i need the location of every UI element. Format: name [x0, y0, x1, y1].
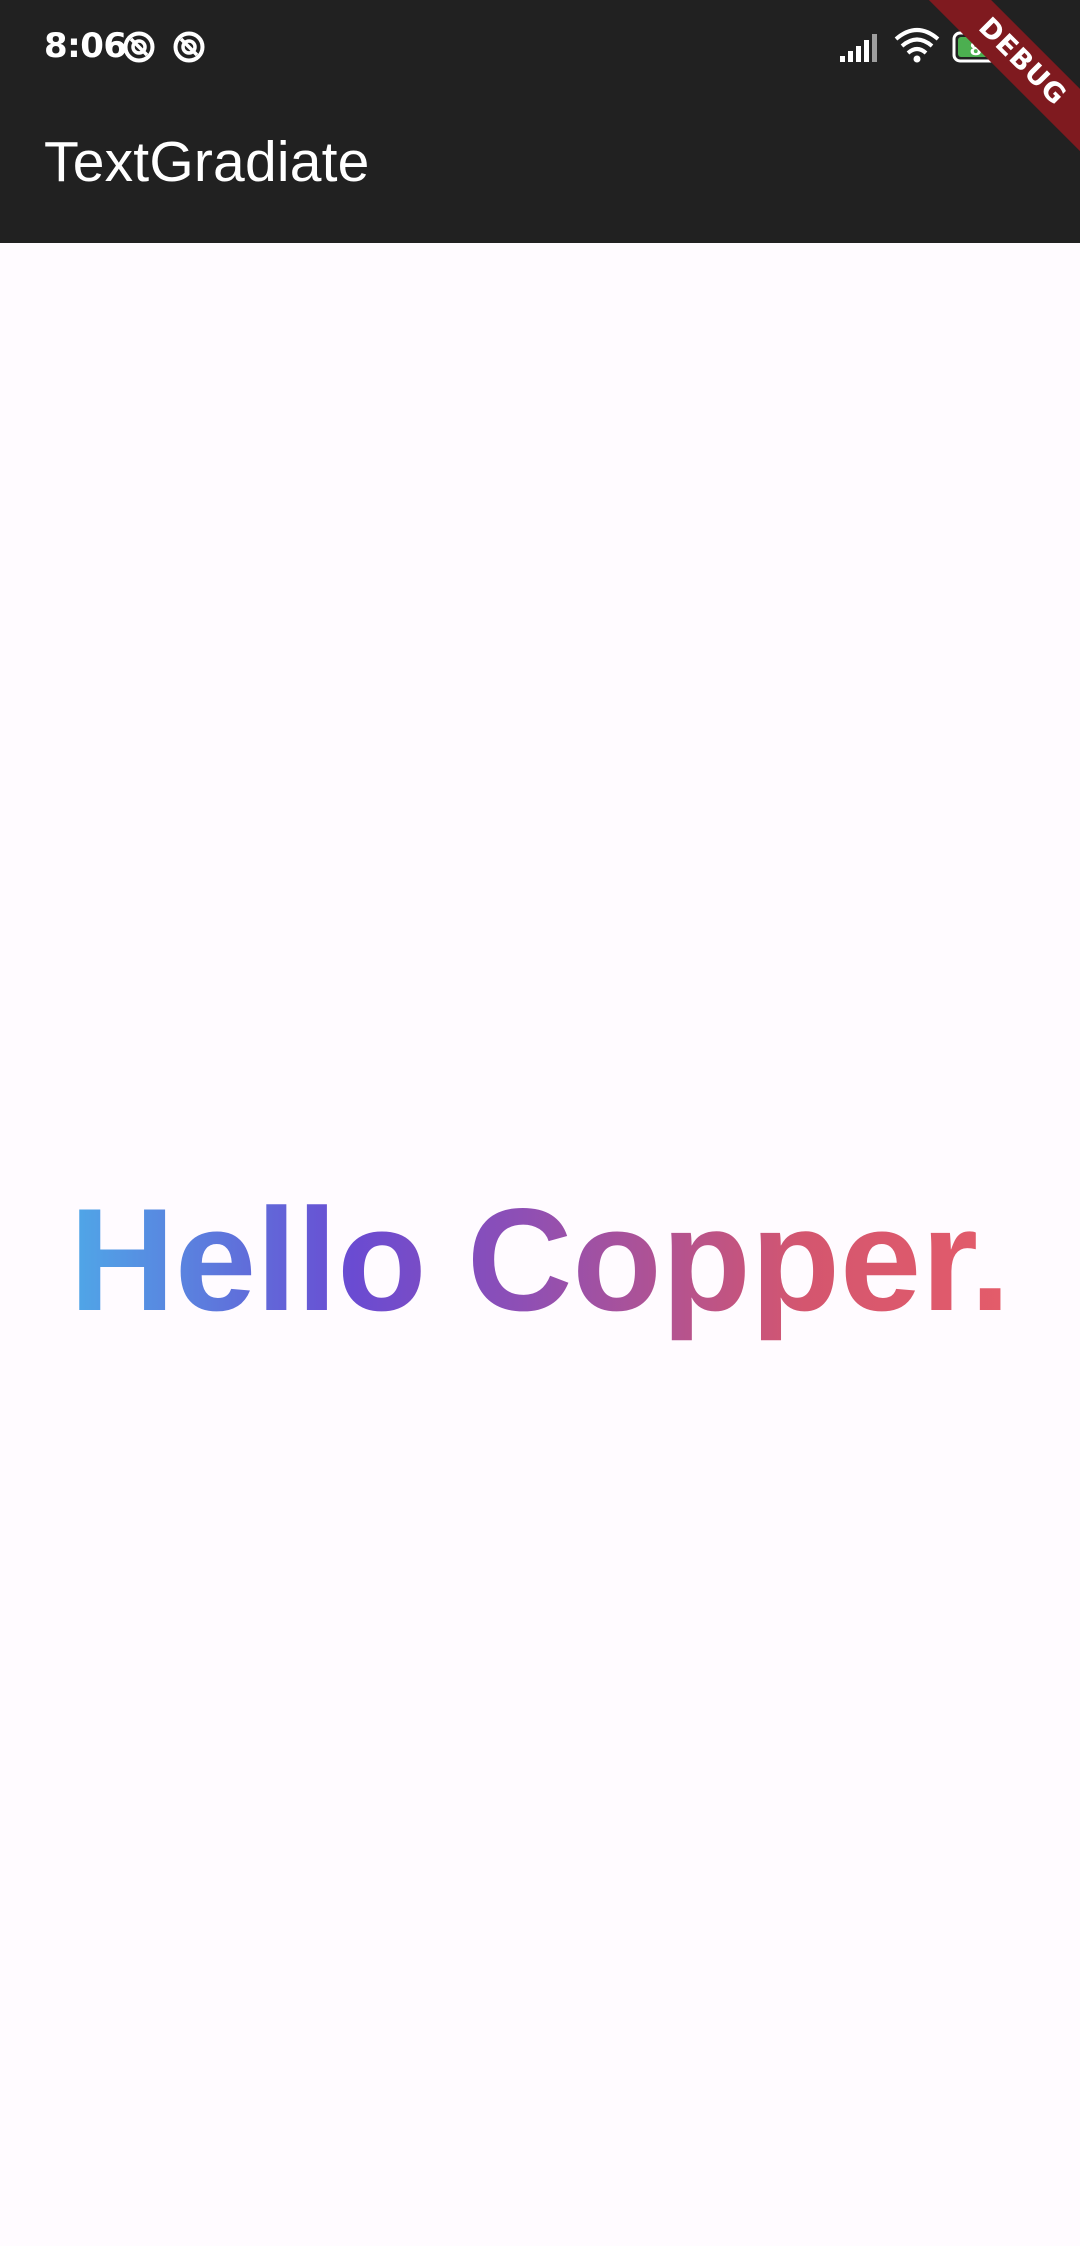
app-bar: TextGradiate — [0, 95, 1080, 243]
wifi-icon — [894, 28, 940, 63]
gradient-text-label: Hello Copper. — [69, 1178, 1011, 1341]
main-content: Hello Copper. — [0, 243, 1080, 2246]
gradient-text: Hello Copper. — [0, 1175, 1080, 1345]
status-time: 8:06 — [44, 26, 127, 66]
status-bar: 8:06 87 — [0, 0, 1080, 95]
notification-icon — [173, 31, 205, 63]
signal-icon — [840, 34, 877, 62]
notification-icon — [123, 31, 155, 63]
app-title: TextGradiate — [44, 130, 370, 194]
battery-icon: 87 — [952, 31, 1018, 63]
battery-level: 87 — [969, 39, 994, 60]
